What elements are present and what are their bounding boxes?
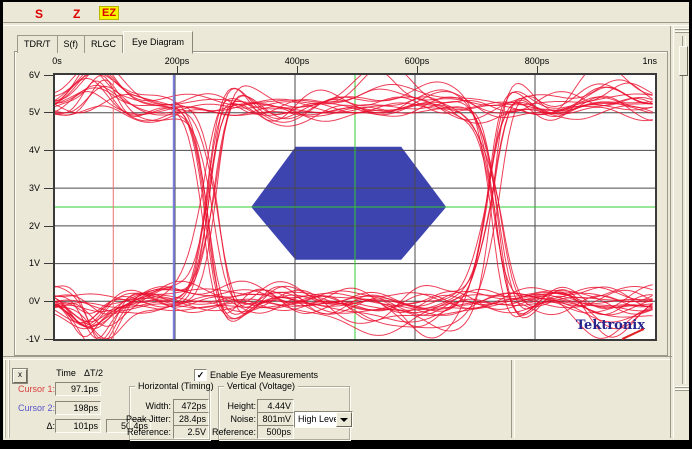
splitter-thumb[interactable]	[679, 46, 688, 76]
window-frame-top	[0, 0, 692, 2]
noise-label: Noise:	[211, 414, 256, 424]
y-tick-label: 3V	[14, 183, 40, 193]
panel-divider	[3, 356, 672, 360]
time-column-header: Time	[52, 368, 80, 378]
tektronix-watermark: Tektronix	[576, 318, 645, 333]
x-tick-label: 200ps	[165, 56, 190, 66]
y-tick-mark	[44, 263, 53, 264]
y-tick-label: 1V	[14, 258, 40, 268]
vertical-reference-field[interactable]: 500ps	[257, 425, 294, 439]
peak-jitter-field: 28.4ps	[173, 412, 209, 426]
window-frame-left	[0, 0, 3, 449]
cursor2-label: Cursor 2:	[10, 403, 55, 413]
dropdown-button[interactable]	[336, 412, 352, 427]
cursor1-time-field[interactable]: 97.1ps	[55, 382, 101, 396]
app-window: { "icons": { "s": "S", "z": "Z", "ez": "…	[0, 0, 692, 449]
y-tick-label: 0V	[14, 296, 40, 306]
y-tick-mark	[44, 188, 53, 189]
tab-bar: TDR/T S(f) RLGC Eye Diagram	[17, 31, 193, 53]
delta-label: Δ:	[10, 421, 55, 431]
y-tick-mark	[44, 75, 53, 76]
tab-rlgc[interactable]: RLGC	[85, 35, 123, 53]
y-tick-label: 4V	[14, 145, 40, 155]
horizontal-reference-field[interactable]: 2.5V	[173, 425, 209, 439]
z-impedance-icon[interactable]: Z	[73, 7, 80, 21]
horizontal-reference-label: Reference:	[126, 427, 171, 437]
splitter-grip-top[interactable]	[675, 28, 689, 34]
toolbar-divider	[3, 22, 689, 26]
eye-diagram-canvas[interactable]	[55, 75, 655, 339]
close-panel-button[interactable]: x	[13, 369, 27, 383]
ez-icon[interactable]: EZ	[99, 6, 119, 20]
noise-field: 801mV	[257, 412, 294, 426]
y-tick-mark	[44, 112, 53, 113]
x-tick-label: 600ps	[405, 56, 430, 66]
horizontal-timing-title: Horizontal (Timing)	[135, 381, 217, 391]
x-tick-label: 800ps	[525, 56, 550, 66]
s-parameter-icon[interactable]: S	[35, 7, 43, 21]
panel-section-divider	[511, 360, 515, 438]
vertical-reference-label: Reference:	[211, 427, 256, 437]
width-label: Width:	[126, 401, 171, 411]
right-edge-groove	[670, 26, 674, 438]
y-tick-mark	[44, 339, 53, 340]
x-tick-label: 0s	[52, 56, 62, 66]
x-tick-label: 400ps	[285, 56, 310, 66]
eye-mask-hexagon	[251, 147, 446, 260]
window-frame-bottom	[0, 440, 692, 449]
y-tick-label: 2V	[14, 221, 40, 231]
cursor1-label: Cursor 1:	[10, 384, 55, 394]
peak-jitter-label: Peak Jitter:	[126, 414, 171, 424]
y-tick-label: -1V	[14, 334, 40, 344]
tab-eye-diagram[interactable]: Eye Diagram	[123, 31, 193, 54]
delta-time-field: 101ps	[55, 419, 101, 433]
enable-eye-measurements-label: Enable Eye Measurements	[210, 370, 318, 380]
y-tick-label: 5V	[14, 107, 40, 117]
y-tick-mark	[44, 301, 53, 302]
delta-t-half-column-header: ΔT/2	[84, 368, 103, 378]
checkmark-icon: ✓	[197, 370, 205, 380]
eye-diagram-plot-area[interactable]: Tektronix	[53, 73, 657, 341]
x-tick-label: 1ns	[642, 56, 657, 66]
noise-level-dropdown[interactable]: High Level	[294, 411, 353, 428]
height-label: Height:	[211, 401, 256, 411]
y-tick-mark	[44, 150, 53, 151]
width-field: 472ps	[173, 399, 209, 413]
y-tick-label: 6V	[14, 70, 40, 80]
splitter-track	[682, 36, 686, 384]
tab-tdr-t[interactable]: TDR/T	[17, 35, 58, 53]
vertical-voltage-title: Vertical (Voltage)	[224, 381, 298, 391]
cursor2-time-field[interactable]: 198ps	[55, 401, 101, 415]
chevron-down-icon	[340, 418, 348, 422]
splitter-grip-bottom[interactable]	[675, 386, 689, 392]
tab-sf[interactable]: S(f)	[58, 35, 86, 53]
height-field: 4.44V	[257, 399, 294, 413]
y-tick-mark	[44, 226, 53, 227]
